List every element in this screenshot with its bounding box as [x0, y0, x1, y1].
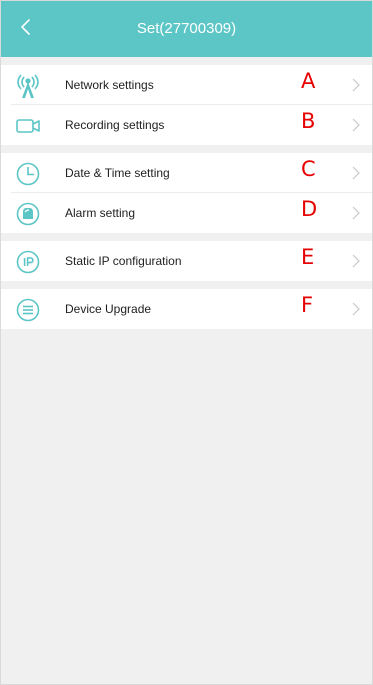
antenna-icon	[17, 74, 39, 98]
alarm-setting-item[interactable]: Alarm setting D	[1, 193, 372, 233]
marker-label: C	[301, 157, 316, 181]
recording-settings-item[interactable]: Recording settings B	[1, 105, 372, 145]
network-settings-label: Network settings	[65, 78, 154, 92]
device-upgrade-label: Device Upgrade	[65, 302, 152, 316]
chevron-right-icon	[352, 78, 360, 92]
clock-icon	[16, 162, 40, 186]
list-icon	[16, 298, 40, 322]
settings-screen: Set(27700309) Network settings A Recordi…	[0, 0, 373, 685]
chevron-right-icon	[352, 118, 360, 132]
static-ip-configuration-label: Static IP configuration	[65, 254, 182, 268]
network-settings-item[interactable]: Network settings A	[1, 65, 372, 105]
ip-icon	[16, 250, 40, 274]
chevron-right-icon	[352, 166, 360, 180]
alarm-bell-icon	[16, 202, 40, 226]
marker-label: B	[301, 109, 316, 133]
marker-label: E	[301, 245, 315, 269]
chevron-right-icon	[352, 254, 360, 268]
recording-settings-label: Recording settings	[65, 118, 165, 132]
marker-label: D	[301, 197, 318, 221]
marker-label: F	[301, 293, 314, 317]
chevron-right-icon	[352, 302, 360, 316]
date-time-setting-item[interactable]: Date & Time setting C	[1, 153, 372, 193]
settings-menu: Network settings A Recording settings B	[1, 57, 372, 329]
page-title: Set(27700309)	[136, 20, 237, 37]
device-upgrade-item[interactable]: Device Upgrade F	[1, 289, 372, 329]
date-time-setting-label: Date & Time setting	[65, 166, 170, 180]
marker-label: A	[301, 69, 316, 93]
alarm-setting-label: Alarm setting	[65, 206, 136, 220]
static-ip-configuration-item[interactable]: Static IP configuration E	[1, 241, 372, 281]
chevron-right-icon	[352, 206, 360, 220]
header-bar: Set(27700309)	[1, 1, 372, 57]
video-camera-icon	[16, 119, 40, 133]
